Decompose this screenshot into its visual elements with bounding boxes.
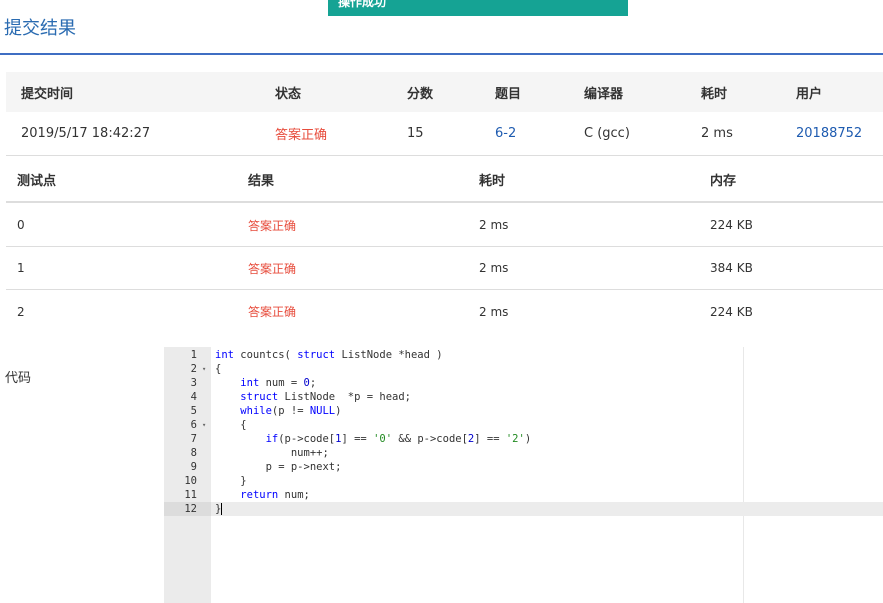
- testcase-time: 2 ms: [479, 261, 509, 275]
- code-line: 6 ▾ {: [164, 418, 883, 432]
- compiler: C (gcc): [584, 126, 630, 141]
- user-link[interactable]: 20188752: [796, 112, 862, 155]
- toast-notification: 操作成功: [328, 0, 628, 16]
- code-text: int countcs( struct ListNode *head ): [215, 349, 443, 361]
- code-label: 代码: [5, 371, 32, 386]
- code-text: struct ListNode *p = head;: [240, 391, 411, 403]
- testcase-result: 答案正确: [248, 261, 297, 276]
- header-testcase: 测试点: [17, 174, 57, 189]
- table-row: 1 答案正确 2 ms 384 KB: [6, 247, 883, 290]
- code-line-active: 12 }: [164, 502, 883, 516]
- code-line: 3 int num = 0;: [164, 376, 883, 390]
- submit-time: 2019/5/17 18:42:27: [21, 126, 151, 141]
- submission-row: 2019/5/17 18:42:27 答案正确 15 6-2 C (gcc) 2…: [6, 112, 883, 156]
- testcase-time: 2 ms: [479, 218, 509, 232]
- code-text: }: [215, 475, 247, 487]
- code-line: 7 if(p->code[1] == '0' && p->code[2] == …: [164, 432, 883, 446]
- testcase-memory: 384 KB: [710, 261, 753, 275]
- code-text: return num;: [240, 489, 310, 501]
- line-number: 4: [190, 391, 197, 403]
- title-divider: [0, 53, 883, 55]
- score: 15: [407, 126, 424, 141]
- code-text: if(p->code[1] == '0' && p->code[2] == '2…: [265, 433, 532, 445]
- line-number: 8: [190, 447, 197, 459]
- code-line: 5 while(p != NULL): [164, 404, 883, 418]
- line-number: 5: [190, 405, 197, 417]
- code-text: {: [215, 363, 222, 375]
- code-text: }: [215, 503, 223, 515]
- testcase-time: 2 ms: [479, 304, 509, 319]
- line-number: 1: [190, 349, 197, 361]
- code-line: 9 p = p->next;: [164, 460, 883, 474]
- testcase-id: 0: [17, 218, 25, 232]
- table-row: 2 答案正确 2 ms 224 KB: [6, 290, 883, 333]
- code-editor[interactable]: 1 int countcs( struct ListNode *head ) 2…: [164, 347, 883, 603]
- code-line: 11 return num;: [164, 488, 883, 502]
- line-number: 3: [190, 377, 197, 389]
- code-text: p = p->next;: [215, 461, 342, 473]
- code-text: num++;: [215, 447, 329, 459]
- header-time: 耗时: [479, 174, 506, 189]
- code-line: 2 ▾ {: [164, 362, 883, 376]
- text-cursor: [221, 503, 223, 515]
- code-line: 10 }: [164, 474, 883, 488]
- submission-table-header: 提交时间 状态 分数 题目 编译器 耗时 用户: [6, 72, 883, 112]
- header-memory: 内存: [710, 174, 737, 189]
- problem-link[interactable]: 6-2: [495, 112, 516, 155]
- header-elapsed: 耗时: [701, 86, 728, 102]
- table-row: 0 答案正确 2 ms 224 KB: [6, 204, 883, 247]
- code-text: {: [215, 419, 247, 431]
- header-result: 结果: [248, 174, 275, 189]
- code-line: 1 int countcs( struct ListNode *head ): [164, 348, 883, 362]
- line-number: 10: [184, 475, 197, 487]
- code-text: int num = 0;: [240, 377, 317, 389]
- fold-arrow-icon[interactable]: ▾: [202, 362, 206, 376]
- header-score: 分数: [407, 86, 434, 102]
- testcase-id: 2: [17, 304, 25, 319]
- code-text: while(p != NULL): [240, 405, 342, 417]
- testcase-result: 答案正确: [248, 305, 297, 319]
- testcase-result: 答案正确: [248, 218, 297, 233]
- elapsed-time: 2 ms: [701, 126, 733, 141]
- line-number: 7: [190, 433, 197, 445]
- testcase-table-header: 测试点 结果 耗时 内存: [6, 158, 883, 203]
- testcase-memory: 224 KB: [710, 304, 753, 319]
- line-number: 11: [184, 489, 197, 501]
- header-compiler: 编译器: [584, 86, 624, 102]
- testcase-memory: 224 KB: [710, 218, 753, 232]
- code-line: 8 num++;: [164, 446, 883, 460]
- page-title: 提交结果: [4, 18, 76, 39]
- line-number: 9: [190, 461, 197, 473]
- header-user: 用户: [796, 86, 823, 102]
- line-number: 12: [164, 502, 211, 516]
- status-badge: 答案正确: [275, 128, 328, 143]
- header-submit-time: 提交时间: [21, 86, 74, 102]
- testcase-id: 1: [17, 261, 25, 275]
- header-status: 状态: [275, 86, 302, 102]
- code-line: 4 struct ListNode *p = head;: [164, 390, 883, 404]
- fold-arrow-icon[interactable]: ▾: [202, 418, 206, 432]
- header-problem: 题目: [495, 86, 522, 102]
